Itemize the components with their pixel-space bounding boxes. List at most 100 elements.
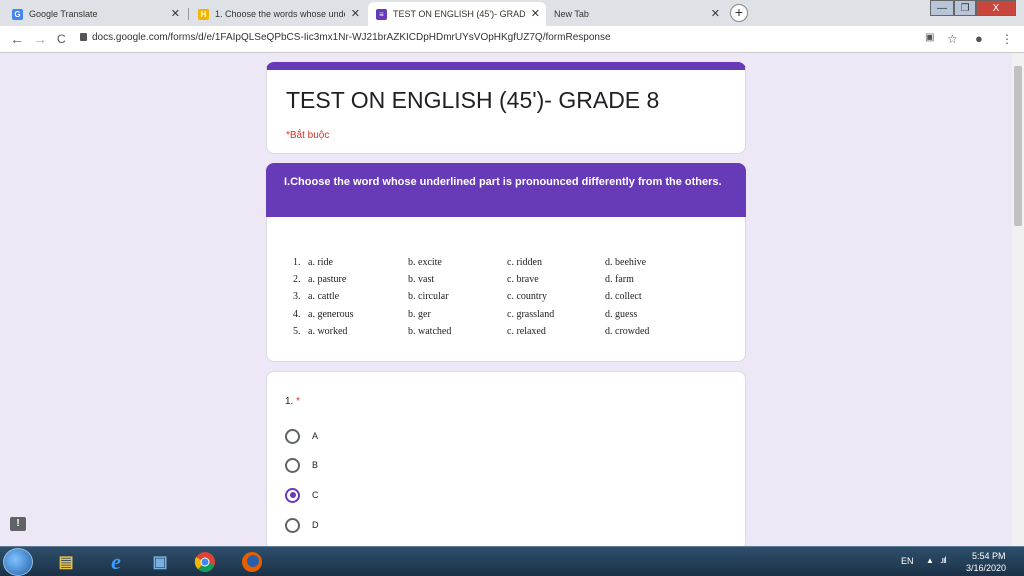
chrome-icon[interactable] — [193, 550, 217, 574]
report-issue-icon[interactable]: ! — [10, 517, 26, 531]
row-number: 4. — [293, 308, 301, 320]
option-label: A — [312, 431, 319, 441]
maximize-button[interactable]: ❐ — [954, 0, 976, 16]
form-title-card: TEST ON ENGLISH (45')- GRADE 8 *Bắt buộc — [266, 62, 746, 154]
browser-toolbar: ← → C docs.google.com/forms/d/e/1FAIpQLS… — [0, 26, 1024, 53]
new-tab-button[interactable]: + — [730, 4, 748, 22]
browser-tab-strip: G Google Translate ✕ H 1. Choose the wor… — [0, 0, 1024, 26]
section-header: I.Choose the word whose underlined part … — [266, 163, 746, 217]
firefox-icon[interactable] — [240, 550, 264, 574]
bookmark-star-icon[interactable]: ☆ — [947, 32, 958, 46]
option-b: b. ger — [408, 308, 431, 320]
required-note: *Bắt buộc — [286, 130, 330, 141]
option-d: d. crowded — [605, 325, 650, 337]
close-tab-icon[interactable]: ✕ — [531, 7, 540, 20]
radio-button[interactable] — [285, 517, 300, 533]
language-indicator[interactable]: EN — [901, 556, 914, 566]
translate-icon[interactable]: ▣ — [925, 32, 934, 43]
clock-date[interactable]: 3/16/2020 — [966, 563, 1006, 573]
table-row: 3. a. cattle b. circular c. country d. c… — [293, 291, 713, 308]
section-body: 1. a. ride b. excite c. ridden d. beehiv… — [266, 217, 746, 362]
radio-button[interactable] — [285, 457, 300, 473]
google-forms-icon: ≡ — [376, 8, 387, 20]
scrollbar-thumb[interactable] — [1014, 66, 1022, 226]
option-b: b. watched — [408, 325, 452, 337]
option-d: d. farm — [605, 274, 634, 286]
network-signal-icon[interactable]: .ııl — [940, 555, 946, 565]
radio-option-b[interactable]: B — [285, 457, 318, 473]
option-c: c. grassland — [507, 308, 555, 320]
tab-test-on-english[interactable]: ≡ TEST ON ENGLISH (45')- GRADE 8 ✕ — [368, 2, 546, 26]
tab-title: Google Translate — [29, 9, 98, 19]
table-row: 5. a. worked b. watched c. relaxed d. cr… — [293, 326, 713, 343]
required-star: * — [296, 396, 301, 407]
row-number: 2. — [293, 274, 301, 286]
radio-button[interactable] — [285, 428, 300, 444]
menu-kebab-icon[interactable]: ⋮ — [1001, 32, 1013, 46]
tab-title: 1. Choose the words whose under — [215, 9, 345, 19]
option-c: c. ridden — [507, 257, 542, 268]
option-b: b. vast — [408, 274, 435, 286]
option-b: b. excite — [408, 257, 442, 268]
window-controls: — ❐ X — [930, 0, 1016, 16]
option-c: c. relaxed — [507, 325, 546, 337]
option-label: B — [312, 460, 319, 470]
page-scrollbar[interactable] — [1012, 54, 1024, 546]
option-a: a. ride — [308, 257, 333, 268]
back-icon[interactable]: ← — [10, 31, 24, 47]
row-number: 1. — [293, 257, 301, 268]
clock-time[interactable]: 5:54 PM — [972, 551, 1006, 561]
tray-expand-icon[interactable]: ▲ — [926, 556, 934, 565]
close-tab-icon[interactable]: ✕ — [171, 7, 180, 20]
option-label: C — [312, 490, 319, 500]
google-translate-icon: G — [12, 8, 23, 20]
option-c: c. country — [507, 291, 547, 303]
windows-taskbar: ▤ e ▣ EN ▲ .ııl 5:54 PM 3/16/2020 — [0, 546, 1024, 576]
option-a: a. pasture — [308, 274, 347, 286]
doc-icon: H — [198, 8, 209, 20]
row-number: 5. — [293, 325, 301, 337]
option-a: a. generous — [308, 308, 354, 320]
tab-title: New Tab — [554, 9, 589, 19]
option-c: c. brave — [507, 274, 539, 286]
question-label: 1. * — [285, 396, 300, 407]
option-a: a. worked — [308, 325, 348, 337]
tab-new-tab[interactable]: New Tab ✕ — [546, 2, 726, 26]
option-d: d. guess — [605, 308, 638, 320]
profile-icon[interactable]: ● — [975, 31, 983, 46]
firefox-logo — [242, 552, 262, 572]
table-row: 4. a. generous b. ger c. grassland d. gu… — [293, 309, 713, 326]
start-button[interactable] — [3, 548, 33, 576]
question-card: 1. * A B C D — [266, 371, 746, 551]
tab-title: TEST ON ENGLISH (45')- GRADE 8 — [393, 9, 525, 19]
option-b: b. circular — [408, 291, 449, 303]
address-bar[interactable]: docs.google.com/forms/d/e/1FAIpQLSeQPbCS… — [92, 32, 611, 43]
close-tab-icon[interactable]: ✕ — [711, 7, 720, 20]
chrome-logo — [194, 552, 215, 572]
tab-choose-words[interactable]: H 1. Choose the words whose under ✕ — [190, 2, 366, 26]
radio-option-d[interactable]: D — [285, 517, 319, 533]
lock-icon — [80, 33, 87, 41]
internet-explorer-icon[interactable]: e — [104, 549, 128, 574]
forward-icon[interactable]: → — [33, 31, 47, 47]
option-a: a. cattle — [308, 291, 340, 303]
row-number: 3. — [293, 291, 301, 303]
option-d: d. beehive — [605, 257, 647, 268]
tab-google-translate[interactable]: G Google Translate ✕ — [4, 2, 186, 26]
page-title: TEST ON ENGLISH (45')- GRADE 8 — [286, 87, 660, 113]
pronunciation-table: 1. a. ride b. excite c. ridden d. beehiv… — [293, 257, 713, 343]
question-number: 1. — [285, 396, 294, 407]
radio-option-a[interactable]: A — [285, 428, 318, 444]
media-player-icon[interactable]: ▣ — [148, 550, 172, 574]
tab-separator — [188, 8, 189, 20]
radio-option-c[interactable]: C — [285, 487, 319, 503]
table-row: 2. a. pasture b. vast c. brave d. farm — [293, 274, 713, 291]
radio-button-selected[interactable] — [285, 487, 300, 503]
file-explorer-icon[interactable]: ▤ — [54, 550, 78, 574]
close-tab-icon[interactable]: ✕ — [351, 7, 360, 20]
option-d: d. collect — [605, 291, 642, 303]
reload-icon[interactable]: C — [57, 32, 66, 46]
close-window-button[interactable]: X — [976, 0, 1016, 16]
table-row: 1. a. ride b. excite c. ridden d. beehiv… — [293, 257, 713, 274]
minimize-button[interactable]: — — [930, 0, 954, 16]
